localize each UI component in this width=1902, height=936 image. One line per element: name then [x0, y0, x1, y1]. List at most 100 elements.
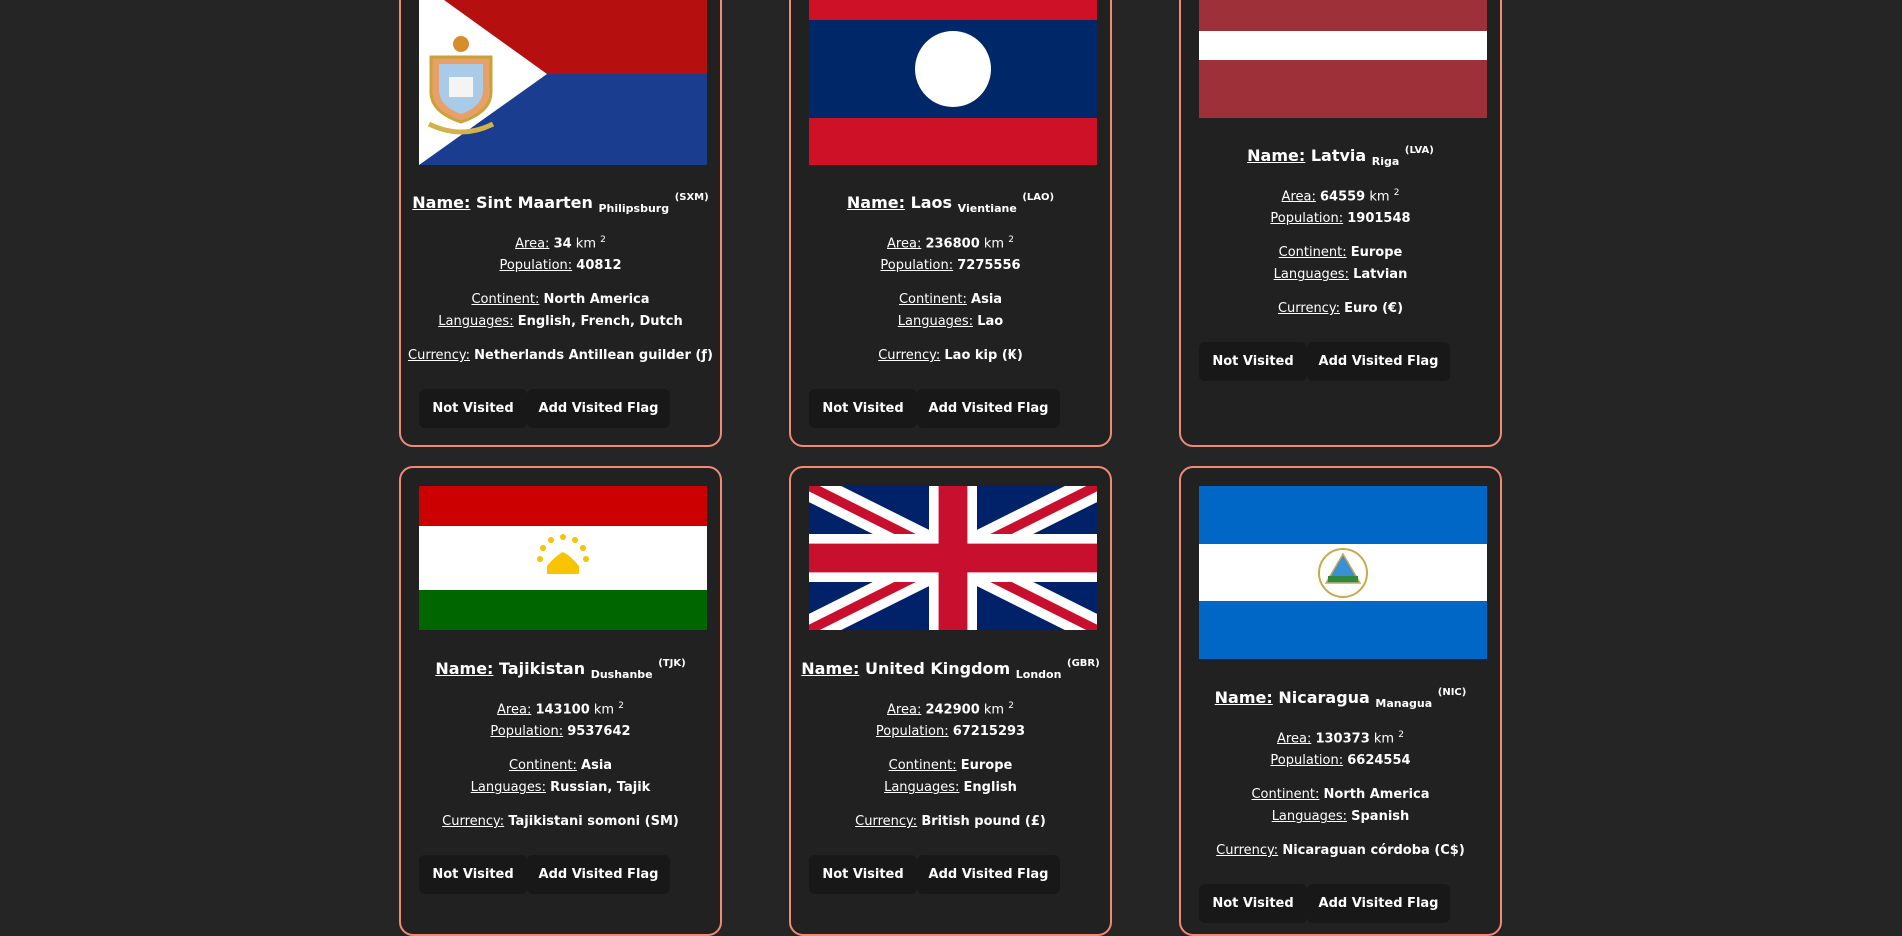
capital: Dushanbe [590, 668, 653, 681]
area-row: Area: 143100 km 2 [497, 701, 624, 718]
continent-row: Continent: Asia [898, 292, 1003, 308]
capital: Vientiane [957, 202, 1017, 215]
currency-row: Currency: Euro (€) [1277, 301, 1404, 317]
languages-value: English, French, Dutch [517, 314, 683, 330]
add-visited-flag-button[interactable]: Add Visited Flag [527, 389, 670, 428]
continent-value: Europe [960, 758, 1013, 774]
not-visited-button[interactable]: Not Visited [1199, 342, 1307, 381]
name-label: Name: [846, 193, 905, 212]
languages-value: Lao [977, 314, 1004, 330]
currency-value: British pound (£) [921, 814, 1046, 830]
country-info: Name: Sint Maarten Philipsburg (SXM) Are… [401, 192, 720, 367]
population-value: 1901548 [1347, 211, 1411, 227]
name-label: Name: [801, 659, 860, 678]
area-value: 64559 [1319, 189, 1366, 205]
currency-value: Nicaraguan córdoba (C$) [1282, 843, 1465, 859]
languages-row: Languages: Latvian [1273, 267, 1408, 283]
languages-value: English [963, 780, 1017, 796]
currency-value: Tajikistani somoni (SM) [508, 814, 679, 830]
languages-row: Languages: English, French, Dutch [438, 314, 683, 330]
country-name: Latvia [1310, 146, 1367, 165]
country-card-nicaragua: Name: Nicaragua Managua (NIC) Area: 1303… [1179, 466, 1502, 936]
continent-value: Asia [581, 758, 613, 774]
area-row: Area: 64559 km 2 [1281, 188, 1400, 205]
currency-row: Currency: Netherlands Antillean guilder … [408, 348, 713, 364]
currency-value: Euro (€) [1344, 301, 1404, 317]
population-row: Population: 67215293 [875, 724, 1026, 740]
add-visited-flag-button[interactable]: Add Visited Flag [917, 855, 1060, 894]
continent-row: Continent: Europe [888, 758, 1013, 774]
area-value: 34 [553, 236, 572, 252]
continent-value: Asia [971, 292, 1003, 308]
area-row: Area: 130373 km 2 [1277, 730, 1404, 747]
name-label: Name: [1214, 688, 1273, 707]
currency-value: Netherlands Antillean guilder (ƒ) [474, 348, 713, 364]
continent-row: Continent: Europe [1278, 245, 1403, 261]
continent-row: Continent: Asia [508, 758, 613, 774]
country-name: Laos [910, 193, 953, 212]
country-info: Name: Latvia Riga (LVA) Area: 64559 km 2… [1181, 145, 1500, 320]
area-value: 236800 [925, 236, 980, 252]
name-label: Name: [1247, 146, 1306, 165]
name-label: Name: [412, 193, 471, 212]
area-row: Area: 236800 km 2 [887, 235, 1014, 252]
area-value: 130373 [1315, 731, 1370, 747]
flag-tajikistan [419, 486, 707, 630]
not-visited-button[interactable]: Not Visited [809, 389, 917, 428]
country-name: Nicaragua [1278, 688, 1370, 707]
not-visited-button[interactable]: Not Visited [419, 389, 527, 428]
capital: London [1015, 668, 1062, 681]
languages-value: Latvian [1353, 267, 1408, 283]
area-row: Area: 34 km 2 [515, 235, 606, 252]
population-value: 7275556 [957, 258, 1021, 274]
country-info: Name: Nicaragua Managua (NIC) Area: 1303… [1181, 687, 1500, 862]
languages-value: Russian, Tajik [550, 780, 651, 796]
not-visited-button[interactable]: Not Visited [419, 855, 527, 894]
population-row: Population: 7275556 [880, 258, 1021, 274]
country-info: Name: United Kingdom London (GBR) Area: … [791, 658, 1110, 833]
flag-sint-maarten [419, 0, 707, 165]
languages-row: Languages: Spanish [1271, 809, 1410, 825]
flag-nicaragua [1199, 486, 1487, 659]
country-info: Name: Laos Vientiane (LAO) Area: 236800 … [791, 192, 1110, 367]
population-value: 67215293 [952, 724, 1026, 740]
currency-row: Currency: Lao kip (₭) [878, 348, 1023, 364]
country-card-tajikistan: Name: Tajikistan Dushanbe (TJK) Area: 14… [399, 466, 722, 936]
population-row: Population: 9537642 [490, 724, 631, 740]
not-visited-button[interactable]: Not Visited [809, 855, 917, 894]
capital: Philipsburg [598, 202, 670, 215]
languages-row: Languages: Russian, Tajik [470, 780, 651, 796]
add-visited-flag-button[interactable]: Add Visited Flag [527, 855, 670, 894]
area-value: 242900 [925, 702, 980, 718]
continent-row: Continent: North America [1251, 787, 1430, 803]
population-row: Population: 1901548 [1270, 211, 1411, 227]
add-visited-flag-button[interactable]: Add Visited Flag [1307, 342, 1450, 381]
country-card-laos: Name: Laos Vientiane (LAO) Area: 236800 … [789, 0, 1112, 447]
currency-row: Currency: British pound (£) [855, 814, 1046, 830]
country-info: Name: Tajikistan Dushanbe (TJK) Area: 14… [401, 658, 720, 833]
capital: Riga [1371, 155, 1400, 168]
country-name: Sint Maarten [475, 193, 593, 212]
country-code: (GBR) [1067, 658, 1100, 669]
population-row: Population: 6624554 [1270, 753, 1411, 769]
flag-united-kingdom [809, 486, 1097, 630]
languages-value: Spanish [1351, 809, 1410, 825]
add-visited-flag-button[interactable]: Add Visited Flag [917, 389, 1060, 428]
currency-value: Lao kip (₭) [944, 348, 1023, 364]
area-value: 143100 [535, 702, 590, 718]
country-name: Tajikistan [499, 659, 586, 678]
name-label: Name: [435, 659, 494, 678]
country-name: United Kingdom [864, 659, 1011, 678]
flag-latvia [1199, 0, 1487, 118]
continent-row: Continent: North America [471, 292, 650, 308]
continent-value: North America [543, 292, 650, 308]
country-card-sint-maarten: Name: Sint Maarten Philipsburg (SXM) Are… [399, 0, 722, 447]
population-value: 40812 [576, 258, 622, 274]
population-row: Population: 40812 [499, 258, 622, 274]
country-card-united-kingdom: Name: United Kingdom London (GBR) Area: … [789, 466, 1112, 936]
country-code: (LAO) [1022, 192, 1055, 203]
country-code: (TJK) [658, 658, 686, 669]
continent-value: North America [1323, 787, 1430, 803]
languages-row: Languages: Lao [897, 314, 1004, 330]
country-code: (NIC) [1437, 687, 1467, 698]
